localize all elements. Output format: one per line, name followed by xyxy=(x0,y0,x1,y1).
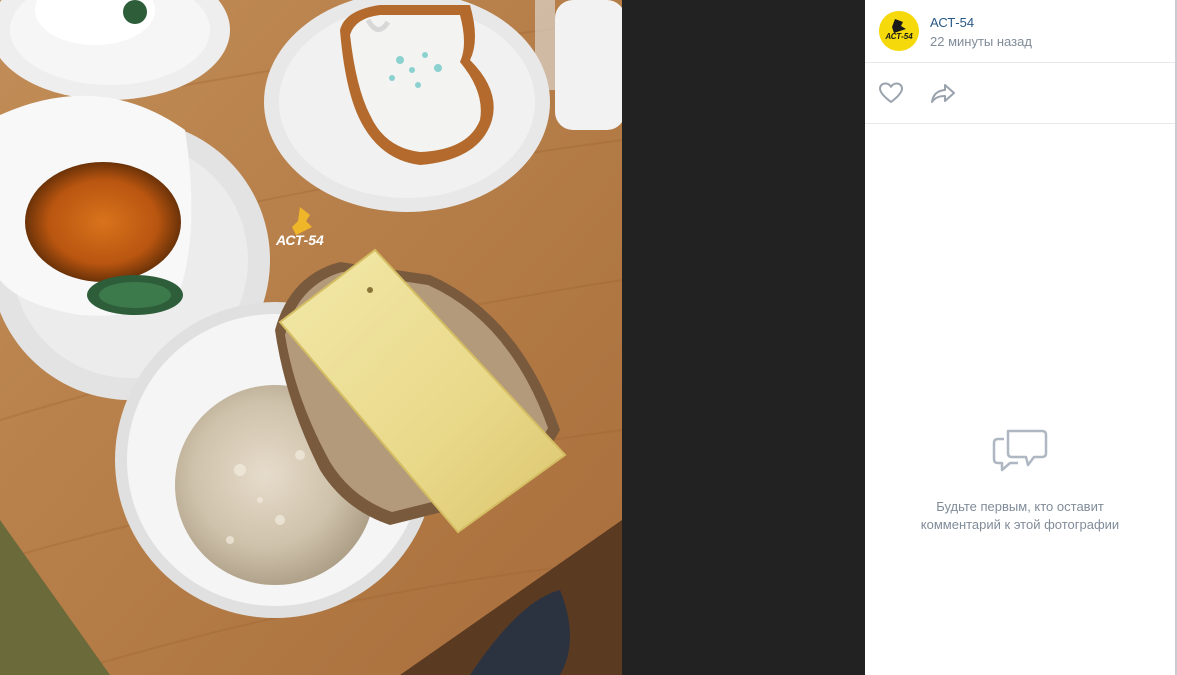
speech-bubbles-icon xyxy=(992,425,1048,475)
empty-comments-text: Будьте первым, кто оставит комментарий к… xyxy=(920,499,1120,532)
avatar-logo-icon: АСТ-54 xyxy=(879,11,919,51)
photo-watermark: АСТ-54 xyxy=(275,232,324,248)
post-header: АСТ-54 АСТ-54 22 минуты назад xyxy=(865,0,1175,63)
author-name-link[interactable]: АСТ-54 xyxy=(930,15,974,31)
share-button[interactable] xyxy=(929,81,957,105)
avatar-text: АСТ-54 xyxy=(884,32,913,41)
post-photo[interactable]: АСТ-54 xyxy=(0,0,622,675)
like-button[interactable] xyxy=(878,81,906,105)
actions-bar xyxy=(865,63,1175,124)
share-icon xyxy=(931,84,955,103)
author-avatar[interactable]: АСТ-54 xyxy=(879,11,919,51)
viewer-background xyxy=(622,0,865,675)
post-side-panel: АСТ-54 АСТ-54 22 минуты назад Будьте пер… xyxy=(865,0,1177,675)
empty-comments: Будьте первым, кто оставит комментарий к… xyxy=(865,425,1175,534)
post-time[interactable]: 22 минуты назад xyxy=(930,34,1032,50)
photo-image: АСТ-54 xyxy=(0,0,622,675)
heart-icon xyxy=(879,82,903,103)
